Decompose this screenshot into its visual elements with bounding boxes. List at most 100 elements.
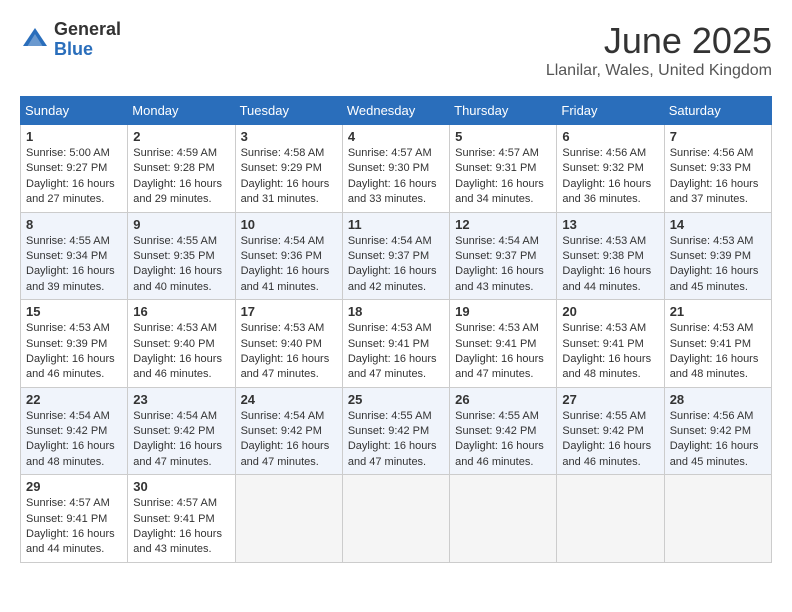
day-number: 9 <box>133 217 229 232</box>
calendar-week-row: 15 Sunrise: 4:53 AMSunset: 9:39 PMDayligh… <box>21 300 772 388</box>
day-number: 23 <box>133 392 229 407</box>
calendar-cell: 5Sunrise: 4:57 AMSunset: 9:31 PMDaylight… <box>450 125 557 213</box>
header-monday: Monday <box>128 97 235 125</box>
day-number: 5 <box>455 129 551 144</box>
day-number: 28 <box>670 392 766 407</box>
calendar-cell: 20 Sunrise: 4:53 AMSunset: 9:41 PMDayligh… <box>557 300 664 388</box>
day-info: Sunrise: 4:59 AMSunset: 9:28 PMDaylight:… <box>133 146 229 208</box>
day-info: Sunrise: 4:57 AMSunset: 9:41 PMDaylight:… <box>26 496 122 558</box>
day-info: Sunrise: 4:55 AMSunset: 9:42 PMDaylight:… <box>455 409 551 471</box>
day-number: 13 <box>562 217 658 232</box>
day-info: Sunrise: 5:00 AMSunset: 9:27 PMDaylight:… <box>26 146 122 208</box>
day-number: 3 <box>241 129 337 144</box>
calendar-cell: 18Sunrise: 4:53 AMSunset: 9:41 PMDayligh… <box>342 300 449 388</box>
calendar-cell <box>342 475 449 563</box>
header-saturday: Saturday <box>664 97 771 125</box>
calendar-week-row: 29 Sunrise: 4:57 AMSunset: 9:41 PMDayligh… <box>21 475 772 563</box>
day-info: Sunrise: 4:53 AMSunset: 9:41 PMDaylight:… <box>562 321 658 383</box>
logo: General Blue <box>20 20 121 60</box>
calendar-cell: 4 Sunrise: 4:57 AMSunset: 9:30 PMDaylight… <box>342 125 449 213</box>
day-number: 11 <box>348 217 444 232</box>
day-info: Sunrise: 4:53 AMSunset: 9:41 PMDaylight:… <box>455 321 551 383</box>
day-number: 16 <box>133 304 229 319</box>
day-info: Sunrise: 4:53 AMSunset: 9:41 PMDaylight:… <box>670 321 766 383</box>
calendar-cell <box>235 475 342 563</box>
calendar-cell: 19 Sunrise: 4:53 AMSunset: 9:41 PMDayligh… <box>450 300 557 388</box>
logo-general: General <box>54 20 121 40</box>
calendar-header-row: SundayMondayTuesdayWednesdayThursdayFrid… <box>21 97 772 125</box>
day-info: Sunrise: 4:53 AMSunset: 9:39 PMDaylight:… <box>26 321 122 383</box>
day-number: 21 <box>670 304 766 319</box>
day-info: Sunrise: 4:56 AMSunset: 9:32 PMDaylight:… <box>562 146 658 208</box>
calendar-week-row: 8Sunrise: 4:55 AMSunset: 9:34 PMDaylight… <box>21 212 772 300</box>
page-header: General Blue June 2025 Llanilar, Wales, … <box>20 20 772 80</box>
calendar-cell <box>557 475 664 563</box>
calendar-cell <box>664 475 771 563</box>
day-info: Sunrise: 4:53 AMSunset: 9:39 PMDaylight:… <box>670 234 766 296</box>
calendar-cell: 7Sunrise: 4:56 AMSunset: 9:33 PMDaylight… <box>664 125 771 213</box>
day-number: 15 <box>26 304 122 319</box>
calendar-cell: 12Sunrise: 4:54 AMSunset: 9:37 PMDayligh… <box>450 212 557 300</box>
header-sunday: Sunday <box>21 97 128 125</box>
calendar-cell: 9 Sunrise: 4:55 AMSunset: 9:35 PMDaylight… <box>128 212 235 300</box>
day-info: Sunrise: 4:54 AMSunset: 9:42 PMDaylight:… <box>133 409 229 471</box>
calendar-cell: 14 Sunrise: 4:53 AMSunset: 9:39 PMDayligh… <box>664 212 771 300</box>
day-number: 10 <box>241 217 337 232</box>
day-info: Sunrise: 4:56 AMSunset: 9:42 PMDaylight:… <box>670 409 766 471</box>
day-number: 4 <box>348 129 444 144</box>
day-number: 20 <box>562 304 658 319</box>
month-title: June 2025 <box>546 20 772 62</box>
day-number: 29 <box>26 479 122 494</box>
day-number: 27 <box>562 392 658 407</box>
title-block: June 2025 Llanilar, Wales, United Kingdo… <box>546 20 772 80</box>
calendar-cell: 11 Sunrise: 4:54 AMSunset: 9:37 PMDayligh… <box>342 212 449 300</box>
day-number: 8 <box>26 217 122 232</box>
calendar-cell: 23 Sunrise: 4:54 AMSunset: 9:42 PMDayligh… <box>128 387 235 475</box>
day-number: 6 <box>562 129 658 144</box>
calendar-cell: 2 Sunrise: 4:59 AMSunset: 9:28 PMDaylight… <box>128 125 235 213</box>
calendar-cell: 30 Sunrise: 4:57 AMSunset: 9:41 PMDayligh… <box>128 475 235 563</box>
calendar-cell: 1 Sunrise: 5:00 AMSunset: 9:27 PMDaylight… <box>21 125 128 213</box>
calendar-cell: 17 Sunrise: 4:53 AMSunset: 9:40 PMDayligh… <box>235 300 342 388</box>
calendar-cell: 10 Sunrise: 4:54 AMSunset: 9:36 PMDayligh… <box>235 212 342 300</box>
calendar-cell: 8Sunrise: 4:55 AMSunset: 9:34 PMDaylight… <box>21 212 128 300</box>
header-wednesday: Wednesday <box>342 97 449 125</box>
calendar-cell <box>450 475 557 563</box>
calendar-table: SundayMondayTuesdayWednesdayThursdayFrid… <box>20 96 772 563</box>
calendar-cell: 15 Sunrise: 4:53 AMSunset: 9:39 PMDayligh… <box>21 300 128 388</box>
day-number: 1 <box>26 129 122 144</box>
day-info: Sunrise: 4:54 AMSunset: 9:37 PMDaylight:… <box>455 234 551 296</box>
calendar-cell: 28 Sunrise: 4:56 AMSunset: 9:42 PMDayligh… <box>664 387 771 475</box>
calendar-cell: 13Sunrise: 4:53 AMSunset: 9:38 PMDayligh… <box>557 212 664 300</box>
day-number: 26 <box>455 392 551 407</box>
day-info: Sunrise: 4:54 AMSunset: 9:36 PMDaylight:… <box>241 234 337 296</box>
day-number: 30 <box>133 479 229 494</box>
logo-icon <box>20 25 50 55</box>
day-number: 24 <box>241 392 337 407</box>
calendar-cell: 21 Sunrise: 4:53 AMSunset: 9:41 PMDayligh… <box>664 300 771 388</box>
calendar-cell: 16 Sunrise: 4:53 AMSunset: 9:40 PMDayligh… <box>128 300 235 388</box>
day-number: 2 <box>133 129 229 144</box>
calendar-cell: 27Sunrise: 4:55 AMSunset: 9:42 PMDayligh… <box>557 387 664 475</box>
header-friday: Friday <box>557 97 664 125</box>
day-info: Sunrise: 4:54 AMSunset: 9:37 PMDaylight:… <box>348 234 444 296</box>
header-thursday: Thursday <box>450 97 557 125</box>
day-number: 19 <box>455 304 551 319</box>
day-info: Sunrise: 4:55 AMSunset: 9:35 PMDaylight:… <box>133 234 229 296</box>
calendar-cell: 24 Sunrise: 4:54 AMSunset: 9:42 PMDayligh… <box>235 387 342 475</box>
day-number: 17 <box>241 304 337 319</box>
day-info: Sunrise: 4:57 AMSunset: 9:30 PMDaylight:… <box>348 146 444 208</box>
calendar-cell: 22Sunrise: 4:54 AMSunset: 9:42 PMDayligh… <box>21 387 128 475</box>
calendar-cell: 3 Sunrise: 4:58 AMSunset: 9:29 PMDaylight… <box>235 125 342 213</box>
calendar-cell: 26 Sunrise: 4:55 AMSunset: 9:42 PMDayligh… <box>450 387 557 475</box>
day-info: Sunrise: 4:53 AMSunset: 9:40 PMDaylight:… <box>133 321 229 383</box>
day-info: Sunrise: 4:58 AMSunset: 9:29 PMDaylight:… <box>241 146 337 208</box>
day-info: Sunrise: 4:56 AMSunset: 9:33 PMDaylight:… <box>670 146 766 208</box>
day-info: Sunrise: 4:57 AMSunset: 9:41 PMDaylight:… <box>133 496 229 558</box>
day-info: Sunrise: 4:54 AMSunset: 9:42 PMDaylight:… <box>241 409 337 471</box>
location-subtitle: Llanilar, Wales, United Kingdom <box>546 62 772 80</box>
day-number: 14 <box>670 217 766 232</box>
calendar-cell: 6 Sunrise: 4:56 AMSunset: 9:32 PMDaylight… <box>557 125 664 213</box>
calendar-week-row: 22Sunrise: 4:54 AMSunset: 9:42 PMDayligh… <box>21 387 772 475</box>
day-info: Sunrise: 4:53 AMSunset: 9:40 PMDaylight:… <box>241 321 337 383</box>
